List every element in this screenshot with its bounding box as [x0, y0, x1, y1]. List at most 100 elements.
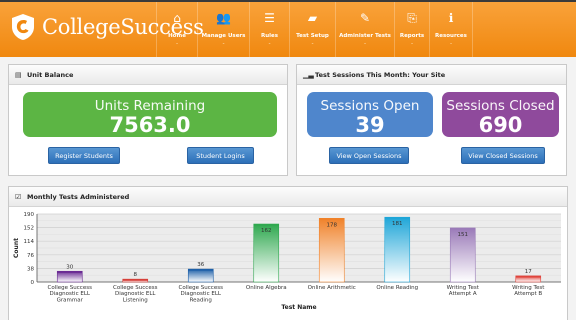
bar-value-label: 30 [66, 264, 73, 270]
nav-manage-users[interactable]: 👥 Manage Users ⌄ [197, 2, 249, 57]
nav-label: Home [168, 33, 186, 39]
chevron-down-icon: ⌄ [410, 40, 414, 45]
bar-chart-icon: ▁▃ [303, 70, 314, 79]
monthly-tests-chart: 03876114152190Count30College SuccessDiag… [13, 212, 561, 311]
x-tick-label: Diagnostic ELL [50, 291, 91, 297]
nav-label: Resources [435, 33, 467, 39]
x-tick-label: College Success [113, 285, 158, 291]
x-tick-label: Online Algebra [246, 285, 287, 291]
x-tick-label: Reading [190, 297, 212, 303]
bar [187, 268, 214, 283]
nav-label: Administer Tests [339, 33, 391, 39]
x-tick-label: Attempt B [514, 291, 542, 297]
panel-header: ▁▃ Test Sessions This Month: Your Site [297, 65, 566, 85]
bar-value-label: 178 [327, 222, 338, 228]
list-icon: ▤ [15, 70, 22, 79]
bar-top [319, 218, 345, 220]
bar-value-label: 36 [197, 262, 204, 268]
rules-icon: ☰ [264, 11, 275, 25]
view-closed-sessions-button[interactable]: View Closed Sessions [461, 147, 545, 164]
test-setup-icon: ▰ [307, 11, 318, 25]
x-tick-label: Diagnostic ELL [181, 291, 222, 297]
units-remaining-tile: Units Remaining 7563.0 [23, 92, 277, 137]
unit-balance-panel: ▤ Unit Balance Units Remaining 7563.0 Re… [8, 64, 288, 176]
nav-label: Manage Users [201, 33, 246, 39]
chevron-down-icon: ⌄ [310, 40, 315, 45]
nav-label: Test Setup [296, 33, 329, 39]
nav-resources[interactable]: ℹ Resources ⌄ [429, 2, 472, 57]
sessions-open-value: 39 [355, 113, 385, 137]
nav-reports[interactable]: ⎘ Reports ⌄ [394, 2, 429, 57]
nav-administer-tests[interactable]: ✎ Administer Tests ⌄ [335, 2, 394, 57]
monthly-tests-panel: ☑ Monthly Tests Administered 0 38 76 114 152… [8, 186, 568, 320]
sessions-closed-tile: Sessions Closed 690 [442, 92, 559, 137]
x-tick-label: Writing Test [512, 285, 545, 291]
x-tick-label: College Success [48, 285, 93, 291]
nav-home[interactable]: ⌂ Home ⌄ [156, 2, 197, 57]
sessions-closed-label: Sessions Closed [446, 98, 555, 114]
panel-header: ☑ Monthly Tests Administered [9, 187, 567, 207]
register-students-button[interactable]: Register Students [48, 147, 120, 164]
panel-title: Unit Balance [27, 70, 74, 79]
bar-value-label: 162 [261, 228, 272, 234]
y-tick-label: 0 [31, 280, 35, 286]
chevron-down-icon: ⌄ [363, 40, 367, 45]
sessions-open-tile: Sessions Open 39 [307, 92, 433, 137]
sessions-open-label: Sessions Open [320, 98, 420, 114]
nav-test-setup[interactable]: ▰ Test Setup ⌄ [289, 2, 335, 57]
sessions-closed-value: 690 [478, 113, 523, 137]
x-tick-label: Grammar [57, 297, 84, 303]
bar [56, 270, 83, 283]
panel-header: ▤ Unit Balance [9, 65, 287, 85]
main-nav: ⌂ Home ⌄ 👥 Manage Users ⌄ ☰ Rules ⌄ ▰ Te… [156, 2, 473, 57]
chevron-down-icon: ⌄ [175, 40, 179, 45]
bar-value-label: 17 [525, 269, 532, 275]
nav-rules[interactable]: ☰ Rules ⌄ [249, 2, 289, 57]
y-tick-label: 190 [24, 212, 35, 218]
chevron-down-icon: ⌄ [449, 40, 453, 45]
units-remaining-value: 7563.0 [109, 113, 191, 137]
bar-top [57, 271, 83, 273]
bar-value-label: 181 [392, 221, 403, 227]
student-logins-button[interactable]: Student Logins [187, 147, 254, 164]
y-tick-label: 152 [24, 226, 35, 232]
x-tick-label: Writing Test [447, 285, 480, 291]
x-axis-label: Test Name [281, 304, 316, 311]
top-navigation-bar: CollegeSuccess ⌂ Home ⌄ 👥 Manage Users ⌄… [0, 0, 576, 57]
logo-icon [12, 14, 34, 40]
x-tick-label: College Success [179, 285, 224, 291]
units-remaining-label: Units Remaining [94, 98, 206, 114]
bar-top [253, 224, 279, 226]
y-tick-label: 38 [27, 266, 34, 272]
test-sessions-panel: ▁▃ Test Sessions This Month: Your Site S… [296, 64, 567, 176]
bar-value-label: 8 [134, 272, 138, 278]
y-tick-label: 114 [24, 239, 35, 245]
administer-icon: ✎ [359, 11, 371, 25]
x-tick-label: Online Arithmetic [308, 285, 356, 291]
y-tick-label: 76 [27, 253, 34, 259]
chevron-down-icon: ⌄ [221, 40, 226, 45]
users-icon: 👥 [216, 11, 231, 25]
nav-label: Rules [260, 33, 279, 39]
bar-top [384, 217, 410, 219]
panel-title: Test Sessions This Month: Your Site [315, 70, 446, 79]
y-axis-label: Count [13, 238, 20, 258]
bar-top [188, 269, 214, 271]
nav-label: Reports [399, 33, 425, 39]
bar-value-label: 151 [458, 232, 469, 238]
reports-icon: ⎘ [407, 11, 417, 25]
x-tick-label: Online Reading [376, 285, 418, 291]
x-tick-label: Listening [123, 297, 148, 303]
bar-top [450, 227, 476, 230]
chevron-down-icon: ⌄ [267, 40, 272, 45]
x-tick-label: Attempt A [449, 291, 477, 297]
resources-icon: ℹ [448, 11, 454, 25]
bar-top [122, 279, 148, 281]
panel-title: Monthly Tests Administered [27, 192, 130, 201]
x-tick-label: Diagnostic ELL [115, 291, 156, 297]
bar-top [515, 275, 541, 278]
nav-divider [472, 2, 473, 57]
view-open-sessions-button[interactable]: View Open Sessions [329, 147, 409, 164]
home-icon: ⌂ [173, 11, 181, 25]
checkbox-icon: ☑ [15, 192, 22, 201]
